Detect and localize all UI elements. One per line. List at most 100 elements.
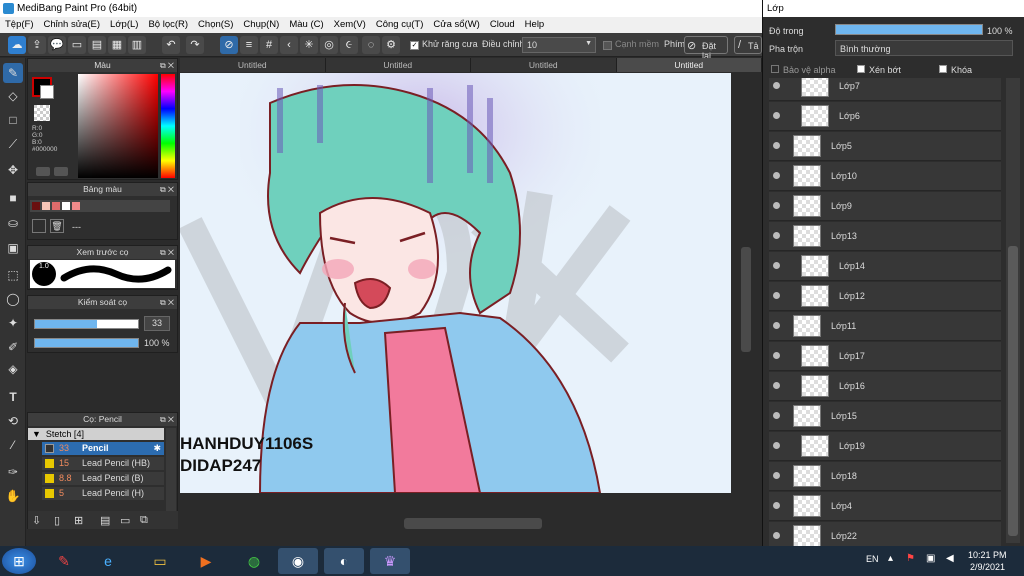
eyedropper-tool-icon[interactable]: ✑	[3, 462, 23, 482]
fill-rect-tool-icon[interactable]: ■	[3, 188, 23, 208]
palette-swatch[interactable]	[62, 202, 70, 210]
transparent-swatch[interactable]	[34, 105, 50, 121]
menu-help[interactable]: Help	[520, 17, 550, 33]
line-tool-icon[interactable]: ⟋	[3, 134, 23, 154]
clock-time[interactable]: 10:21 PM	[968, 550, 1007, 560]
hue-slider[interactable]	[161, 74, 175, 178]
menu-select[interactable]: Chọn(S)	[193, 17, 238, 33]
folder-icon[interactable]: ▭	[120, 514, 130, 527]
layer-row[interactable]: Lớp10	[769, 162, 1001, 191]
eye-icon[interactable]	[773, 292, 780, 299]
internet-explorer-icon[interactable]: e	[88, 548, 128, 574]
secondary-color-swatch[interactable]	[40, 85, 54, 99]
extra-button[interactable]: / Tả	[734, 36, 762, 54]
layer-row[interactable]: Lớp11	[769, 312, 1001, 341]
eye-icon[interactable]	[773, 142, 780, 149]
antialias-checkbox[interactable]: ✓	[410, 41, 419, 50]
layer-row[interactable]: Lớp6	[769, 102, 1001, 131]
select-rect-tool-icon[interactable]: ⬚	[3, 265, 23, 285]
palette-swatch[interactable]	[42, 202, 50, 210]
chrome-icon[interactable]: ◉	[278, 548, 318, 574]
layer-row[interactable]: Lớp15	[769, 402, 1001, 431]
protect-alpha-checkbox[interactable]	[771, 65, 779, 73]
move-tool-icon[interactable]: ✥	[3, 160, 23, 180]
snap-off-icon[interactable]: ⊘	[220, 36, 238, 54]
select-pen-tool-icon[interactable]: ✐	[3, 337, 23, 357]
layer-row[interactable]: Lớp7	[769, 78, 1001, 101]
perspective-icon[interactable]: ◌	[362, 36, 380, 54]
folder-app-icon[interactable]: ▭	[140, 548, 180, 574]
eye-icon[interactable]	[773, 352, 780, 359]
palette-swatch[interactable]	[32, 202, 40, 210]
panel-expand-icon[interactable]: ⧉ ✕	[160, 59, 174, 72]
brush-item[interactable]: 33 Pencil ✱	[42, 442, 164, 455]
add-brush-icon[interactable]: ⊞	[74, 514, 83, 527]
network-icon[interactable]: ▣	[926, 553, 935, 564]
curve-snap-icon[interactable]: ૯	[340, 36, 358, 54]
horizontal-scrollbar[interactable]	[180, 517, 752, 530]
layer-row[interactable]: Lớp12	[769, 282, 1001, 311]
layout-icon[interactable]: ▥	[128, 36, 146, 54]
eraser-tool-icon[interactable]: ◇	[3, 86, 23, 106]
panel-expand-icon[interactable]: ⧉ ✕	[160, 246, 174, 259]
layer-row[interactable]: Lớp9	[769, 192, 1001, 221]
palette-swatch[interactable]	[52, 202, 60, 210]
brush-item[interactable]: 15 Lead Pencil (HB)	[42, 457, 164, 470]
notification-flag-icon[interactable]: ⚑	[906, 553, 915, 564]
medibang-app-icon[interactable]: ◐	[324, 548, 364, 574]
game-app-icon[interactable]: ♛	[370, 548, 410, 574]
brush-size-slider[interactable]	[34, 319, 139, 329]
eye-icon[interactable]	[773, 202, 780, 209]
page-icon[interactable]: ▭	[68, 36, 86, 54]
new-palette-icon[interactable]	[32, 219, 46, 233]
rectangle-tool-icon[interactable]: □	[3, 110, 23, 130]
document-icon[interactable]: ▤	[88, 36, 106, 54]
eye-icon[interactable]	[773, 472, 780, 479]
eye-icon[interactable]	[773, 232, 780, 239]
trash-icon[interactable]: 🗑	[50, 219, 64, 233]
circle-snap-icon[interactable]: ◎	[320, 36, 338, 54]
eye-icon[interactable]	[773, 322, 780, 329]
saturation-value-picker[interactable]	[78, 74, 158, 178]
brush-list-scrollbar[interactable]	[166, 428, 176, 513]
eye-icon[interactable]	[773, 442, 780, 449]
layer-list-scrollbar[interactable]	[1006, 78, 1020, 543]
text-tool-icon[interactable]: T	[3, 387, 23, 407]
pencil-app-icon[interactable]: ✎	[44, 548, 84, 574]
eye-icon[interactable]	[773, 412, 780, 419]
share-icon[interactable]: ⇪	[28, 36, 46, 54]
blend-mode-select[interactable]: Bình thường	[835, 40, 1013, 56]
volume-icon[interactable]: ◀	[946, 553, 954, 564]
radial-snap-icon[interactable]: ✳	[300, 36, 318, 54]
eye-icon[interactable]	[773, 172, 780, 179]
eye-icon[interactable]	[773, 262, 780, 269]
eye-icon[interactable]	[773, 382, 780, 389]
app-icon[interactable]: ◍	[234, 548, 274, 574]
menu-edit[interactable]: Chỉnh sửa(E)	[39, 17, 106, 33]
layer-row[interactable]: Lớp17	[769, 342, 1001, 371]
layer-row[interactable]: Lớp13	[769, 222, 1001, 251]
tab-document[interactable]: Untitled	[180, 58, 326, 72]
grid-page-icon[interactable]: ▦	[108, 36, 126, 54]
adjust-select[interactable]: 10 ▼	[522, 37, 596, 53]
vertical-scroll-thumb[interactable]	[741, 247, 751, 352]
tab-document[interactable]: Untitled	[325, 58, 471, 72]
panel-expand-icon[interactable]: ⧉ ✕	[160, 413, 174, 426]
reset-button[interactable]: ⊘ Đặt lại	[684, 36, 728, 61]
layer-row[interactable]: Lớp19	[769, 432, 1001, 461]
menu-filter[interactable]: Bộ lọc(R)	[143, 17, 193, 33]
layer-row[interactable]: Lớp16	[769, 372, 1001, 401]
eye-icon[interactable]	[773, 112, 780, 119]
brush-tool-icon[interactable]: ✎	[3, 63, 23, 83]
brush-size-value[interactable]: 33	[144, 316, 170, 331]
parallel-snap-icon[interactable]: ≡	[240, 36, 258, 54]
horizontal-scroll-thumb[interactable]	[404, 518, 542, 529]
layer-row[interactable]: Lớp22	[769, 522, 1001, 546]
color-mode-button[interactable]	[36, 167, 50, 176]
tray-arrow-icon[interactable]: ▴	[888, 553, 893, 564]
layer-list-scroll-thumb[interactable]	[1008, 246, 1018, 536]
gear-icon[interactable]: ✱	[153, 442, 161, 455]
duplicate-icon[interactable]: ⧉	[140, 514, 148, 527]
new-brush-icon[interactable]: ▯	[54, 514, 60, 527]
protect-alpha-toggle[interactable]: Bảo vệ alpha	[769, 62, 851, 76]
